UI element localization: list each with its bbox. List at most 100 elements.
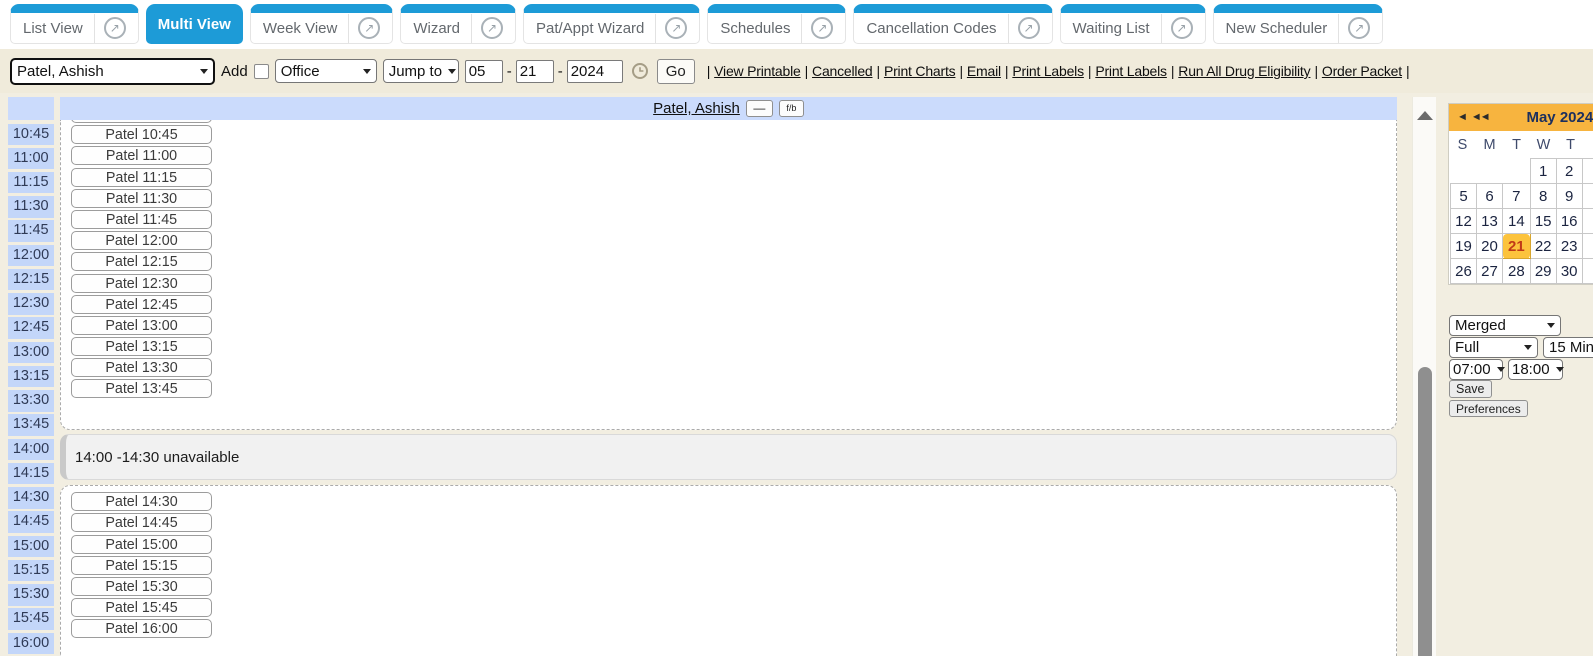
slot-button-patel-12-45[interactable]: Patel 12:45	[71, 295, 212, 314]
calendar-day-14[interactable]: 14	[1503, 209, 1531, 234]
calendar-prev-icon[interactable]: ◄	[1457, 112, 1466, 123]
calendar-day-16[interactable]: 16	[1556, 209, 1582, 234]
calendar-day-21[interactable]: 21	[1503, 234, 1531, 259]
calendar-day-20[interactable]: 20	[1477, 234, 1503, 259]
slot-button-patel-11-45[interactable]: Patel 11:45	[71, 210, 212, 229]
tab-cancellation-codes[interactable]: Cancellation Codes↗	[853, 4, 1052, 44]
start-time-select[interactable]: 07:00	[1449, 359, 1503, 380]
go-button[interactable]: Go	[657, 59, 695, 84]
calendar-day-15[interactable]: 15	[1530, 209, 1556, 234]
schedule-size-select[interactable]: Full	[1449, 337, 1538, 358]
calendar-day-19[interactable]: 19	[1451, 234, 1477, 259]
calendar-prev-fast-icon[interactable]: ◄◄	[1471, 112, 1489, 123]
slot-button-patel-11-30[interactable]: Patel 11:30	[71, 189, 212, 208]
toolbar-link-print-labels[interactable]: Print Labels	[1095, 63, 1167, 79]
add-label: Add	[221, 63, 248, 80]
slot-button-patel-12-15[interactable]: Patel 12:15	[71, 252, 212, 271]
slot-button-patel-12-30[interactable]: Patel 12:30	[71, 274, 212, 293]
save-button[interactable]: Save	[1449, 380, 1492, 398]
scroll-up-arrow-icon[interactable]	[1417, 111, 1433, 120]
open-in-new-window-icon[interactable]: ↗	[665, 17, 687, 39]
calendar-day-23[interactable]: 23	[1556, 234, 1582, 259]
interval-select-value: 15 Min	[1549, 339, 1593, 356]
date-month-input[interactable]	[465, 60, 503, 83]
slot-button-patel-12-00[interactable]: Patel 12:00	[71, 231, 212, 250]
tab-separator	[348, 14, 349, 43]
clock-icon[interactable]	[631, 62, 649, 80]
tab-multi-view[interactable]: Multi View	[146, 4, 243, 44]
tab-label: Multi View	[158, 16, 231, 33]
calendar-day-6[interactable]: 6	[1477, 184, 1503, 209]
open-in-new-window-icon[interactable]: ↗	[1018, 17, 1040, 39]
calendar-day-28[interactable]: 28	[1503, 259, 1531, 284]
calendar-day-5[interactable]: 5	[1451, 184, 1477, 209]
slot-button-patel-15-45[interactable]: Patel 15:45	[71, 598, 212, 617]
slot-button-patel-13-15[interactable]: Patel 13:15	[71, 337, 212, 356]
scrollbar[interactable]	[1412, 97, 1436, 656]
calendar-day-29[interactable]: 29	[1530, 259, 1556, 284]
tab-schedules[interactable]: Schedules↗	[707, 4, 846, 44]
tab-wizard[interactable]: Wizard↗	[400, 4, 516, 44]
date-year-input[interactable]	[567, 60, 623, 83]
open-in-new-window-icon[interactable]: ↗	[481, 17, 503, 39]
slot-button-patel-13-45[interactable]: Patel 13:45	[71, 379, 212, 398]
toolbar-link-print-labels[interactable]: Print Labels	[1012, 63, 1084, 79]
calendar-day-2[interactable]: 2	[1556, 159, 1582, 184]
slot-button-patel-10-45[interactable]: Patel 10:45	[71, 125, 212, 144]
toolbar-link-print-charts[interactable]: Print Charts	[884, 63, 956, 79]
open-in-new-window-icon[interactable]: ↗	[1171, 17, 1193, 39]
tab-pat-appt-wizard[interactable]: Pat/Appt Wizard↗	[523, 4, 700, 44]
add-checkbox[interactable]	[254, 64, 269, 79]
end-time-select[interactable]: 18:00	[1508, 359, 1563, 380]
preferences-button[interactable]: Preferences	[1449, 400, 1528, 417]
scrollbar-thumb[interactable]	[1418, 367, 1432, 656]
interval-select[interactable]: 15 Min	[1543, 337, 1593, 358]
view-mode-select[interactable]: Merged	[1449, 315, 1561, 336]
calendar-day-12[interactable]: 12	[1451, 209, 1477, 234]
slot-button-clipped[interactable]	[71, 120, 212, 123]
slot-button-patel-16-00[interactable]: Patel 16:00	[71, 619, 212, 638]
tab-waiting-list[interactable]: Waiting List↗	[1060, 4, 1206, 44]
toolbar-link-run-all-drug-eligibility[interactable]: Run All Drug Eligibility	[1178, 63, 1310, 79]
tab-list-view[interactable]: List View↗	[10, 4, 139, 44]
calendar-day-7[interactable]: 7	[1503, 184, 1531, 209]
view-mode-select-value: Merged	[1455, 317, 1506, 334]
toolbar-link-order-packet[interactable]: Order Packet	[1322, 63, 1402, 79]
calendar-day-13[interactable]: 13	[1477, 209, 1503, 234]
slot-button-patel-13-30[interactable]: Patel 13:30	[71, 358, 212, 377]
jump-to-select[interactable]: Jump to	[383, 59, 459, 83]
slot-button-patel-14-45[interactable]: Patel 14:45	[71, 513, 212, 532]
open-in-new-window-icon[interactable]: ↗	[1348, 17, 1370, 39]
provider-select[interactable]: Patel, Ashish	[10, 58, 215, 85]
toolbar-link-view-printable[interactable]: View Printable	[714, 63, 800, 79]
calendar-day-30[interactable]: 30	[1556, 259, 1582, 284]
collapse-column-button[interactable]: —	[746, 100, 773, 117]
tab-week-view[interactable]: Week View↗	[250, 4, 393, 44]
slot-button-patel-15-00[interactable]: Patel 15:00	[71, 535, 212, 554]
tab-separator	[655, 14, 656, 43]
fb-button[interactable]: f/b	[779, 100, 804, 117]
calendar-week-row: 1213141516	[1451, 209, 1593, 234]
location-select[interactable]: Office	[275, 59, 377, 83]
slot-button-patel-11-00[interactable]: Patel 11:00	[71, 146, 212, 165]
slot-button-patel-14-30[interactable]: Patel 14:30	[71, 492, 212, 511]
open-in-new-window-icon[interactable]: ↗	[358, 17, 380, 39]
slot-button-patel-13-00[interactable]: Patel 13:00	[71, 316, 212, 335]
open-in-new-window-icon[interactable]: ↗	[104, 17, 126, 39]
calendar-day-26[interactable]: 26	[1451, 259, 1477, 284]
slot-button-patel-15-15[interactable]: Patel 15:15	[71, 556, 212, 575]
slot-button-patel-15-30[interactable]: Patel 15:30	[71, 577, 212, 596]
date-day-input[interactable]	[516, 60, 554, 83]
toolbar-link-cancelled[interactable]: Cancelled	[812, 63, 872, 79]
calendar-day-22[interactable]: 22	[1530, 234, 1556, 259]
link-separator: |	[1406, 63, 1409, 79]
slot-button-patel-11-15[interactable]: Patel 11:15	[71, 168, 212, 187]
calendar-day-1[interactable]: 1	[1530, 159, 1556, 184]
calendar-day-27[interactable]: 27	[1477, 259, 1503, 284]
calendar-day-9[interactable]: 9	[1556, 184, 1582, 209]
toolbar-link-email[interactable]: Email	[967, 63, 1001, 79]
calendar-day-8[interactable]: 8	[1530, 184, 1556, 209]
open-in-new-window-icon[interactable]: ↗	[811, 17, 833, 39]
tab-new-scheduler[interactable]: New Scheduler↗	[1213, 4, 1384, 44]
provider-header-link[interactable]: Patel, Ashish	[653, 100, 740, 117]
